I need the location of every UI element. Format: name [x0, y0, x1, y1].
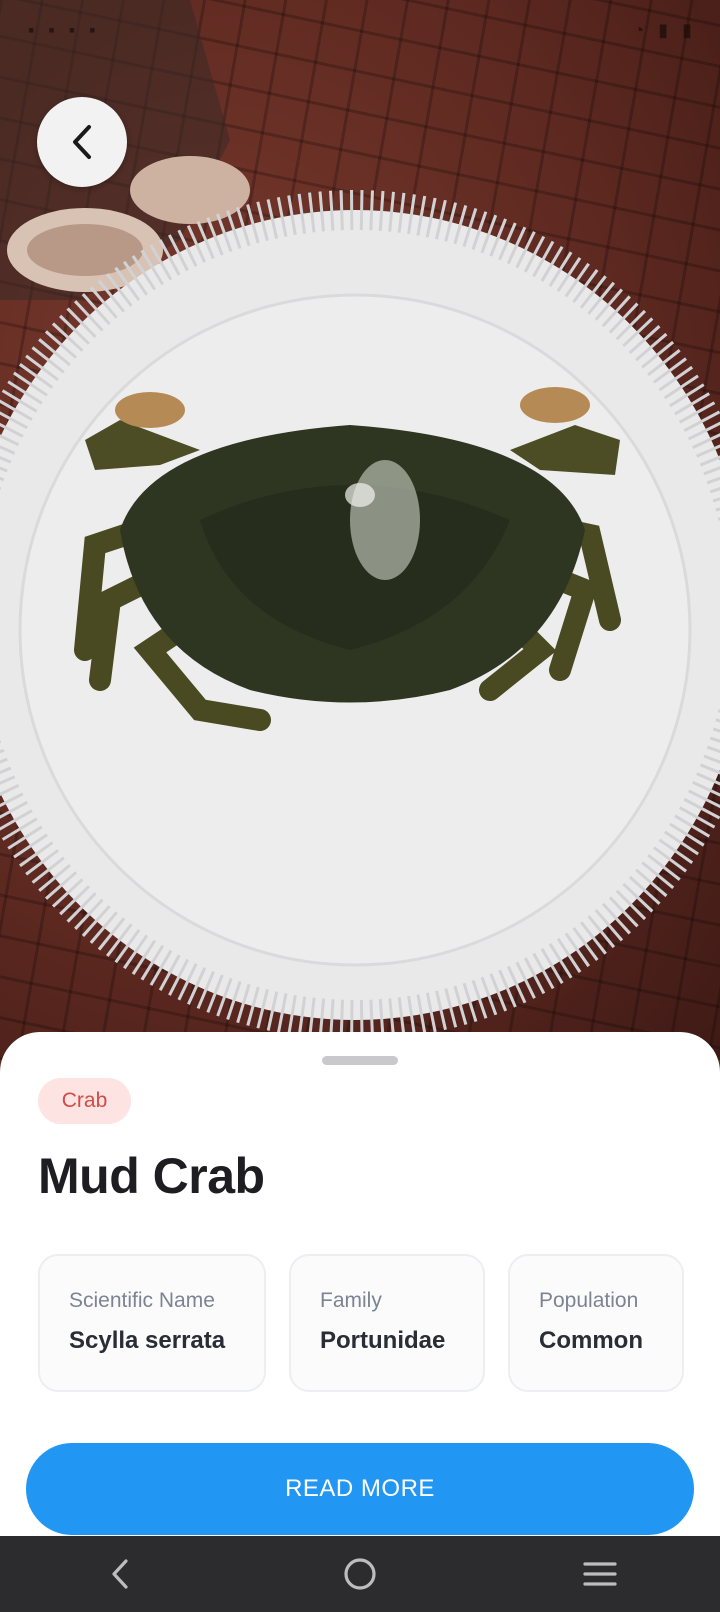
info-label: Family — [320, 1289, 382, 1312]
chevron-left-icon — [73, 125, 91, 159]
nav-recents-icon — [583, 1562, 617, 1586]
info-value: Portunidae — [320, 1327, 446, 1354]
system-nav-bar — [0, 1536, 720, 1612]
nav-home-button[interactable] — [330, 1544, 390, 1604]
info-card-family: Family Portunidae — [289, 1254, 485, 1392]
info-card-scientific-name: Scientific Name Scylla serrata — [38, 1254, 266, 1392]
notification-icon: ▪ — [48, 19, 55, 40]
notification-icon: ▪ — [89, 19, 96, 40]
read-more-button[interactable]: READ MORE — [26, 1443, 694, 1535]
category-badge: Crab — [38, 1078, 131, 1124]
notification-icon: ▪ — [28, 19, 35, 40]
nav-recents-button[interactable] — [570, 1544, 630, 1604]
back-button[interactable] — [37, 97, 127, 187]
battery-icon: ▮ — [682, 19, 692, 40]
info-card-population: Population Common — [508, 1254, 684, 1392]
info-value: Scylla serrata — [69, 1327, 226, 1354]
nav-back-button[interactable] — [90, 1544, 150, 1604]
drag-handle[interactable] — [322, 1056, 398, 1065]
signal-icon: ▮ — [658, 19, 669, 40]
species-title: Mud Crab — [38, 1148, 265, 1204]
nav-home-icon — [344, 1558, 376, 1590]
notification-icon: ▪ — [68, 19, 76, 40]
info-value: Common — [539, 1327, 643, 1354]
detail-sheet: Crab Mud Crab Scientific Name Scylla ser… — [0, 1032, 720, 1536]
alarm-icon: ◔ — [633, 19, 645, 40]
info-label: Scientific Name — [69, 1289, 215, 1312]
info-label: Population — [539, 1289, 639, 1312]
status-bar: ▪ ▪ ▪ ▪ ◔ ▮ ▮ — [0, 0, 720, 60]
nav-back-icon — [112, 1559, 128, 1589]
